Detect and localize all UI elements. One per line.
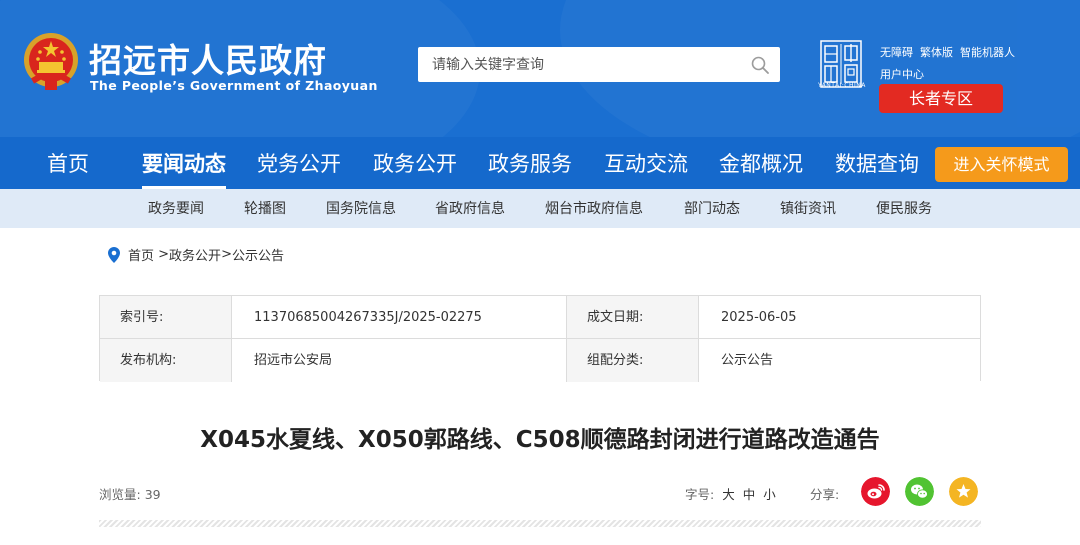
site-header: 招远市人民政府 The People’s Government of Zhaoy… [0, 0, 1080, 137]
nav-item-interaction[interactable]: 互动交流 [604, 137, 688, 189]
sub-item-yantai-gov[interactable]: 烟台市政府信息 [545, 189, 643, 228]
nav-item-gov-services[interactable]: 政务服务 [488, 137, 572, 189]
sub-item-carousel[interactable]: 轮播图 [244, 189, 286, 228]
site-title: 招远市人民政府 [89, 41, 327, 80]
breadcrumb-home[interactable]: 首页 [128, 249, 154, 264]
sub-nav: 政务要闻 轮播图 国务院信息 省政府信息 烟台市政府信息 部门动态 镇街资讯 便… [0, 189, 1080, 228]
breadcrumb-separator: > [221, 247, 232, 262]
category-value: 公示公告 [699, 339, 980, 382]
quick-links: 无障碍 繁体版 智能机器人 [880, 44, 1022, 60]
breadcrumb: 首页 >政务公开>公示公告 [108, 245, 284, 264]
category-label: 组配分类: [567, 339, 699, 382]
sub-item-state-council[interactable]: 国务院信息 [326, 189, 396, 228]
search-box [418, 47, 780, 82]
index-number-value: 11370685004267335J/2025-02275 [232, 296, 567, 339]
sub-item-department-news[interactable]: 部门动态 [684, 189, 740, 228]
nav-item-party-affairs[interactable]: 党务公开 [257, 137, 341, 189]
national-emblem-icon [24, 33, 78, 90]
content-divider [99, 520, 981, 527]
care-mode-button[interactable]: 进入关怀模式 [935, 147, 1068, 182]
elder-zone-button[interactable]: 长者专区 [879, 84, 1003, 113]
search-input[interactable] [418, 47, 738, 82]
nav-item-data-query[interactable]: 数据查询 [835, 137, 919, 189]
font-size-control: 字号: 大 中 小 [685, 484, 776, 503]
search-icon[interactable] [750, 55, 770, 75]
font-size-label: 字号: [685, 487, 715, 502]
nav-item-gov-affairs[interactable]: 政务公开 [373, 137, 457, 189]
sub-item-gov-news[interactable]: 政务要闻 [148, 189, 204, 228]
font-size-small[interactable]: 小 [763, 487, 776, 502]
accessibility-link[interactable]: 无障碍 [880, 46, 913, 59]
seal-caption: YANTAI·CHINA [818, 82, 866, 89]
location-pin-icon [108, 246, 120, 263]
sub-item-town-news[interactable]: 镇街资讯 [780, 189, 836, 228]
nav-item-overview[interactable]: 金都概况 [719, 137, 803, 189]
site-subtitle: The People’s Government of Zhaoyuan [90, 78, 378, 93]
traditional-chinese-link[interactable]: 繁体版 [920, 46, 953, 59]
breadcrumb-separator: > [154, 247, 170, 262]
date-value: 2025-06-05 [699, 296, 980, 339]
wechat-icon[interactable] [905, 477, 934, 506]
view-count-value: 39 [144, 487, 161, 502]
breadcrumb-announcements[interactable]: 公示公告 [232, 249, 284, 264]
main-nav: 首页 要闻动态 党务公开 政务公开 政务服务 互动交流 金都概况 数据查询 进入… [0, 137, 1080, 189]
view-count: 浏览量: 39 [99, 484, 161, 503]
weibo-icon[interactable] [861, 477, 890, 506]
nav-item-home[interactable]: 首页 [47, 137, 89, 189]
sub-item-public-services[interactable]: 便民服务 [876, 189, 932, 228]
nav-item-news[interactable]: 要闻动态 [142, 137, 226, 189]
user-center-link[interactable]: 用户中心 [880, 66, 924, 82]
font-size-large[interactable]: 大 [722, 487, 735, 502]
article-title: X045水夏线、X050郭路线、C508顺德路封闭进行道路改造通告 [200, 427, 880, 453]
view-count-label: 浏览量: [99, 487, 141, 502]
smart-robot-link[interactable]: 智能机器人 [960, 46, 1015, 59]
breadcrumb-gov-affairs[interactable]: 政务公开 [169, 249, 221, 264]
favorite-icon[interactable] [949, 477, 978, 506]
publisher-label: 发布机构: [100, 339, 232, 382]
yantai-seal-icon [820, 40, 862, 88]
share-label: 分享: [810, 487, 840, 502]
document-info-table: 索引号: 11370685004267335J/2025-02275 成文日期:… [99, 295, 981, 382]
sub-item-provincial-gov[interactable]: 省政府信息 [435, 189, 505, 228]
publisher-value: 招远市公安局 [232, 339, 567, 382]
font-size-medium[interactable]: 中 [743, 487, 756, 502]
date-label: 成文日期: [567, 296, 699, 339]
index-number-label: 索引号: [100, 296, 232, 339]
